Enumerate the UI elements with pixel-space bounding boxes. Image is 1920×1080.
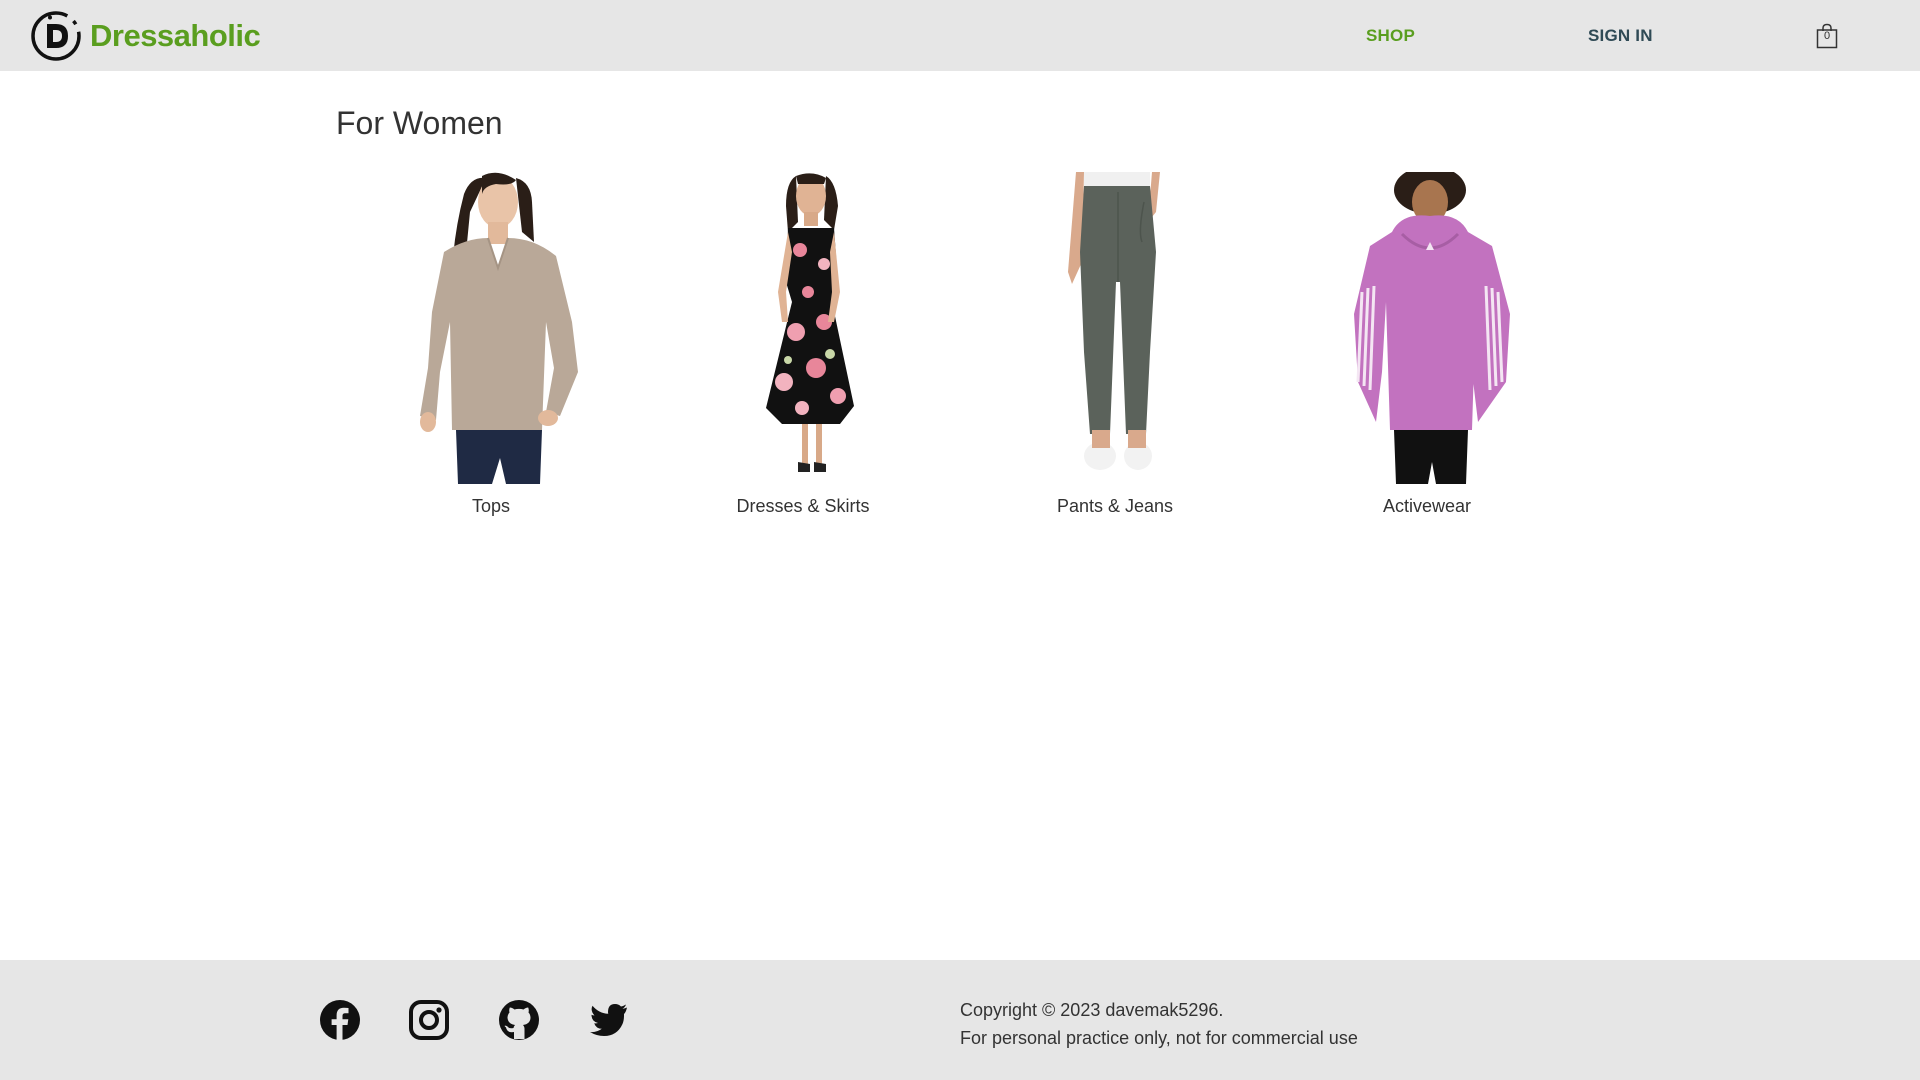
- footer-copyright: Copyright © 2023 davemak5296. For person…: [960, 996, 1358, 1052]
- brand-home-link[interactable]: Dressaholic: [30, 10, 261, 62]
- github-link[interactable]: [498, 999, 540, 1041]
- category-label-activewear: Activewear: [1382, 496, 1472, 516]
- facebook-icon: [319, 999, 361, 1041]
- category-grid: Tops Dresses & Skirts Pants & Jeans Acti…: [336, 172, 1584, 532]
- cart-button[interactable]: 0: [1815, 23, 1839, 49]
- brand-name: Dressaholic: [90, 18, 261, 53]
- category-label-tops: Tops: [471, 496, 511, 516]
- instagram-icon: [408, 999, 450, 1041]
- copyright-text: Copyright © 2023 davemak5296.: [960, 1000, 1224, 1020]
- category-card-tops[interactable]: Tops: [336, 172, 646, 532]
- category-image-tops: [336, 172, 646, 484]
- category-card-pants-jeans[interactable]: Pants & Jeans: [960, 172, 1270, 532]
- category-label-pants-jeans: Pants & Jeans: [1056, 496, 1174, 516]
- cart-count: 0: [1823, 30, 1831, 42]
- category-label-dresses-skirts: Dresses & Skirts: [736, 496, 870, 516]
- category-image-dresses-skirts: [648, 172, 958, 484]
- github-icon: [498, 999, 540, 1041]
- category-image-activewear: [1272, 172, 1582, 484]
- twitter-link[interactable]: [587, 999, 629, 1041]
- category-card-dresses-skirts[interactable]: Dresses & Skirts: [648, 172, 958, 532]
- page-title: For Women: [336, 105, 503, 141]
- dressaholic-logo-icon: [30, 10, 82, 62]
- category-image-pants-jeans: [960, 172, 1270, 484]
- twitter-icon: [587, 999, 629, 1041]
- category-card-activewear[interactable]: Activewear: [1272, 172, 1582, 532]
- nav-shop-link[interactable]: SHOP: [1366, 26, 1415, 46]
- nav-signin-link[interactable]: SIGN IN: [1588, 26, 1653, 46]
- top-navbar: Dressaholic SHOP SIGN IN 0: [0, 0, 1920, 71]
- disclaimer-text: For personal practice only, not for comm…: [960, 1028, 1358, 1048]
- instagram-link[interactable]: [408, 999, 450, 1041]
- facebook-link[interactable]: [319, 999, 361, 1041]
